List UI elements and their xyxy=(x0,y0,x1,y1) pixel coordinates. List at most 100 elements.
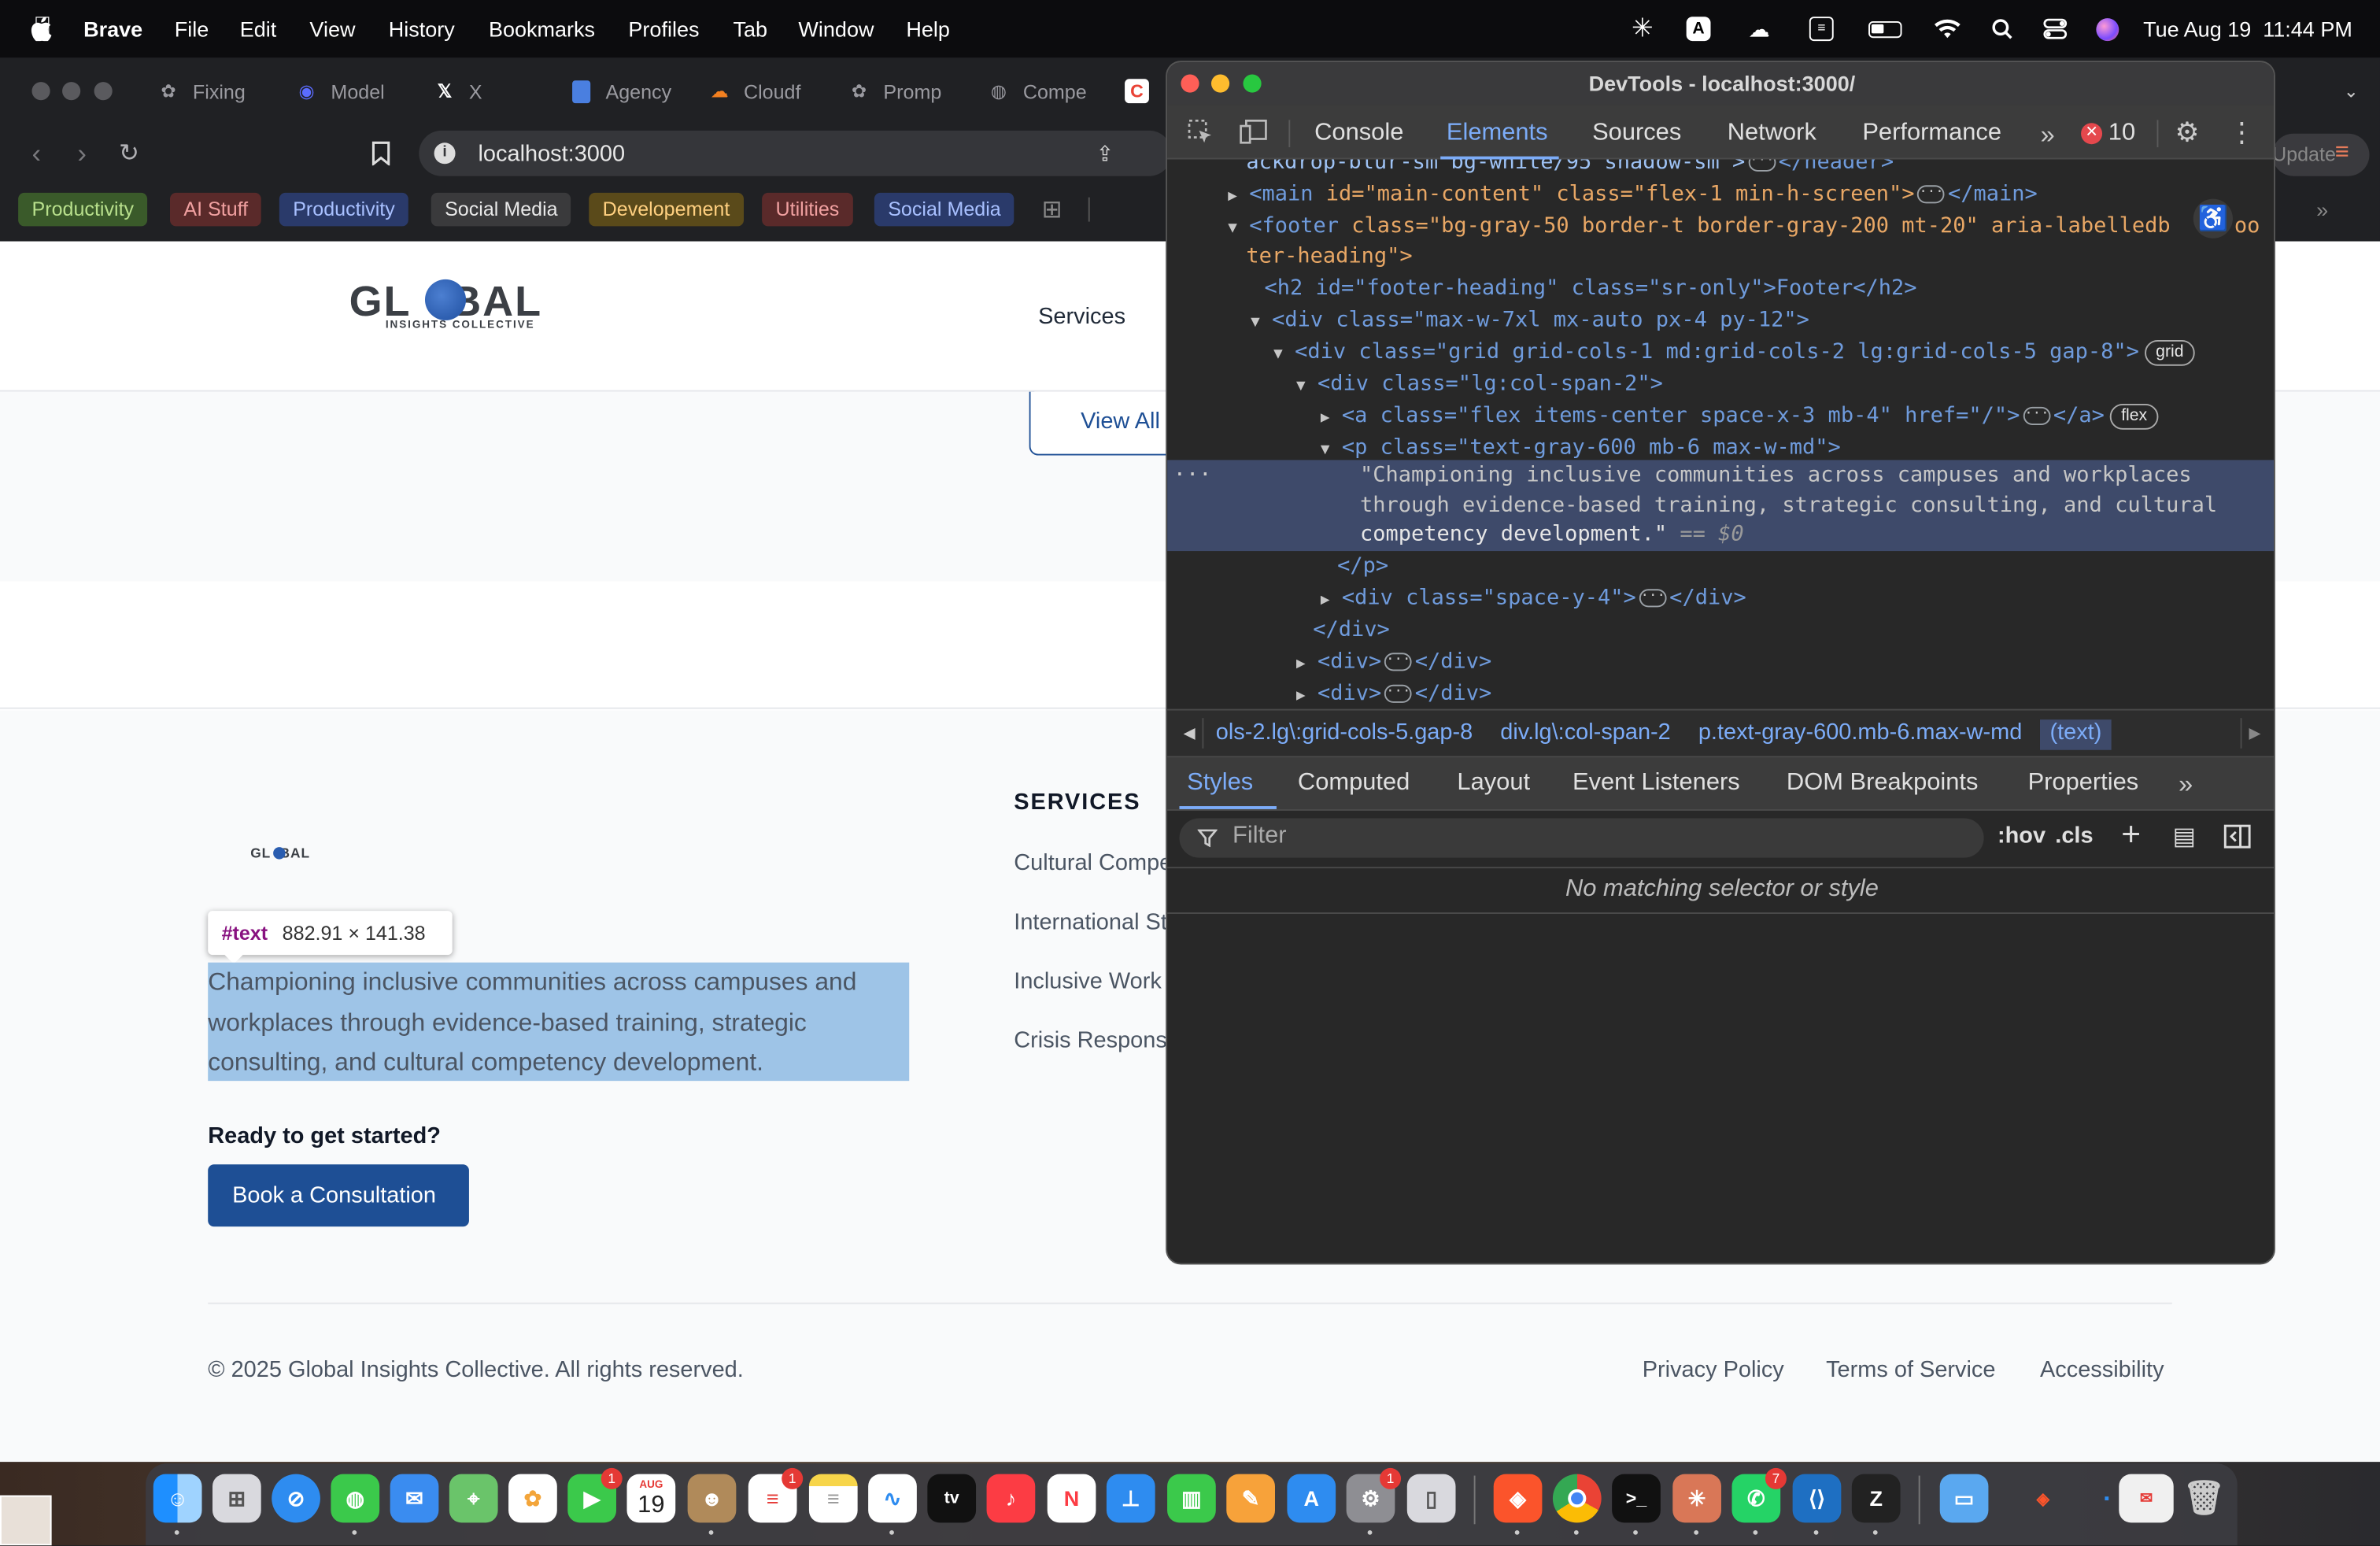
nav-services[interactable]: Services xyxy=(1038,304,1125,330)
keynote-icon[interactable]: ⊥ xyxy=(1106,1474,1155,1523)
maps-icon[interactable]: ⌖ xyxy=(449,1474,498,1523)
siri-icon[interactable] xyxy=(2093,15,2120,43)
subtab-event-listeners[interactable]: Event Listeners xyxy=(1572,770,1740,797)
accessibility-link[interactable]: Accessibility xyxy=(2040,1357,2164,1383)
service-link-international[interactable]: International St xyxy=(1014,909,1167,935)
menu-help[interactable]: Help xyxy=(906,15,950,43)
pages-icon[interactable]: ✎ xyxy=(1226,1474,1275,1523)
control-center-icon[interactable] xyxy=(2040,15,2071,43)
dom-line-space-y[interactable]: ▶ <div class="space-y-4"> ··· </div> xyxy=(1321,583,1746,616)
more-tabs-chevron-icon[interactable]: » xyxy=(2032,120,2063,150)
menu-edit[interactable]: Edit xyxy=(240,15,277,43)
music-icon[interactable]: ♪ xyxy=(986,1474,1036,1523)
breadcrumb-item[interactable]: ols-2.lg\:grid-cols-5.gap-8 xyxy=(1216,719,1473,745)
zed-icon[interactable]: Z xyxy=(1851,1474,1901,1523)
expand-triangle-icon[interactable]: ▶ xyxy=(1296,649,1318,680)
breadcrumb-item[interactable]: p.text-gray-600.mb-6.max-w-md xyxy=(1698,719,2023,745)
apple-tv-icon[interactable]: tv xyxy=(927,1474,977,1523)
device-toolbar-icon[interactable] xyxy=(1237,117,1270,147)
flex-badge[interactable]: flex xyxy=(2110,403,2158,429)
dom-line-main[interactable]: ▶ <main id="main-content" class="flex-1 m… xyxy=(1228,179,2038,213)
accessibility-tree-icon[interactable]: ♿ xyxy=(2193,198,2233,239)
terms-of-service-link[interactable]: Terms of Service xyxy=(1826,1357,1995,1383)
breadcrumb-item[interactable]: div.lg\:col-span-2 xyxy=(1500,719,1671,745)
tab-overflow-chevron-icon[interactable]: ⌄ xyxy=(2338,79,2365,103)
menu-window[interactable]: Window xyxy=(798,15,874,43)
back-icon[interactable]: ‹ xyxy=(24,138,49,168)
calendar-icon[interactable]: AUG 19 xyxy=(626,1474,676,1523)
privacy-policy-link[interactable]: Privacy Policy xyxy=(1643,1357,1784,1383)
menu-tab[interactable]: Tab xyxy=(733,15,767,43)
menu-bookmarks[interactable]: Bookmarks xyxy=(489,15,595,43)
dom-line-colspan[interactable]: ▼ <div class="lg:col-span-2"> xyxy=(1296,369,1663,402)
tab-fixing[interactable]: ✿ Fixing xyxy=(157,70,266,113)
collapse-triangle-icon[interactable]: ▼ xyxy=(1296,372,1318,402)
bookmarks-overflow-icon[interactable]: » xyxy=(2308,196,2336,224)
launchpad-icon[interactable]: ⊞ xyxy=(212,1474,261,1523)
collapsed-ellipsis-icon[interactable]: ··· xyxy=(1748,159,1776,172)
text-menu-icon[interactable]: ≡ xyxy=(1806,15,1837,43)
tab-compe[interactable]: ◍ Compe xyxy=(987,70,1090,113)
expand-triangle-icon[interactable]: ▶ xyxy=(1321,586,1342,616)
brave-icon[interactable]: ◈ xyxy=(1493,1474,1543,1523)
tab-x[interactable]: 𝕏X xyxy=(433,70,508,113)
tab-elements[interactable]: Elements xyxy=(1447,120,1548,147)
menu-app-name[interactable]: Brave xyxy=(83,15,142,43)
collapsed-ellipsis-icon[interactable]: ··· xyxy=(1639,589,1667,608)
tab-network[interactable]: Network xyxy=(1728,120,1816,147)
grid-badge[interactable]: grid xyxy=(2145,339,2195,365)
folder-icon[interactable]: ▭ xyxy=(1939,1474,1989,1523)
app-status-icon[interactable]: A xyxy=(1685,15,1713,43)
bookmark-productivity[interactable]: Productivity xyxy=(18,192,148,227)
menubar-datetime[interactable]: Tue Aug 19 11:44 PM xyxy=(2143,15,2352,43)
finder-icon[interactable]: ☺ xyxy=(153,1474,202,1523)
collapse-triangle-icon[interactable]: ▼ xyxy=(1251,308,1272,338)
url-text[interactable]: localhost:3000 xyxy=(478,141,625,167)
bookmark-utilities[interactable]: Utilities xyxy=(762,192,853,227)
subtab-dom-breakpoints[interactable]: DOM Breakpoints xyxy=(1787,770,1979,797)
collapsed-ellipsis-icon[interactable]: ··· xyxy=(1384,653,1412,671)
forward-icon[interactable]: › xyxy=(70,138,94,168)
hamburger-menu-icon[interactable]: ≡ xyxy=(2328,139,2356,167)
reload-icon[interactable]: ↻ xyxy=(116,139,143,167)
tab-cloudflare[interactable]: ☁ Cloudf xyxy=(708,70,808,113)
bookmark-icon[interactable] xyxy=(369,138,394,168)
toggle-sidebar-icon[interactable] xyxy=(2220,819,2253,853)
menu-view[interactable]: View xyxy=(309,15,355,43)
bookmark-ai-stuff[interactable]: AI Stuff xyxy=(169,192,262,227)
menu-file[interactable]: File xyxy=(175,15,209,43)
subtab-computed[interactable]: Computed xyxy=(1298,770,1410,797)
bookmark-productivity-2[interactable]: Productivity xyxy=(279,192,409,227)
weather-icon[interactable]: ☁ xyxy=(1744,15,1775,43)
app-store-icon[interactable]: A xyxy=(1287,1474,1336,1523)
cls-toggle[interactable]: .cls xyxy=(2055,823,2093,849)
footer-logo[interactable]: GL BAL xyxy=(250,845,320,864)
collapsed-ellipsis-icon[interactable]: ··· xyxy=(2023,406,2050,425)
expand-triangle-icon[interactable]: ▶ xyxy=(1321,404,1342,435)
kebab-menu-icon[interactable]: ⋮ xyxy=(2228,117,2256,147)
photos-icon[interactable]: ✿ xyxy=(508,1474,557,1523)
more-subtabs-chevron-icon[interactable]: » xyxy=(2172,770,2200,801)
trash-icon[interactable]: 🗑︎ xyxy=(2179,1474,2228,1523)
tab-console[interactable]: Console xyxy=(1314,120,1403,147)
dom-line-div-1[interactable]: ▶ <div> ··· </div> xyxy=(1296,647,1491,680)
vscode-icon[interactable]: ⟨⟩ xyxy=(1792,1474,1842,1523)
messages-icon[interactable]: ◍ xyxy=(331,1474,380,1523)
dom-line-div-2[interactable]: ▶ <div> ··· </div> xyxy=(1296,679,1491,709)
apps-grid-icon[interactable]: ⊞ xyxy=(1038,196,1066,224)
breadcrumb-item-selected[interactable]: (text) xyxy=(2040,719,2111,750)
inspect-element-icon[interactable] xyxy=(1185,117,1216,147)
subtab-layout[interactable]: Layout xyxy=(1457,770,1530,797)
recent-stack-icon[interactable]: ✉ xyxy=(2119,1474,2174,1523)
dom-line-grid[interactable]: ▼ <div class="grid grid-cols-1 md:grid-co… xyxy=(1273,337,2195,371)
tab-sources[interactable]: Sources xyxy=(1592,120,1681,147)
breadcrumb-right-arrow-icon[interactable]: ▶ xyxy=(2240,718,2268,749)
collapse-triangle-icon[interactable]: ▼ xyxy=(1273,340,1295,371)
share-icon[interactable]: ⇪ xyxy=(1093,138,1118,168)
subtab-styles[interactable]: Styles xyxy=(1187,770,1253,797)
service-link-cultural[interactable]: Cultural Compe xyxy=(1014,850,1172,876)
numbers-icon[interactable]: ▥ xyxy=(1167,1474,1216,1523)
iphone-mirroring-icon[interactable]: ▯ xyxy=(1406,1474,1456,1523)
new-style-rule-icon[interactable]: + xyxy=(2114,816,2147,853)
chrome-icon[interactable] xyxy=(1552,1474,1602,1523)
